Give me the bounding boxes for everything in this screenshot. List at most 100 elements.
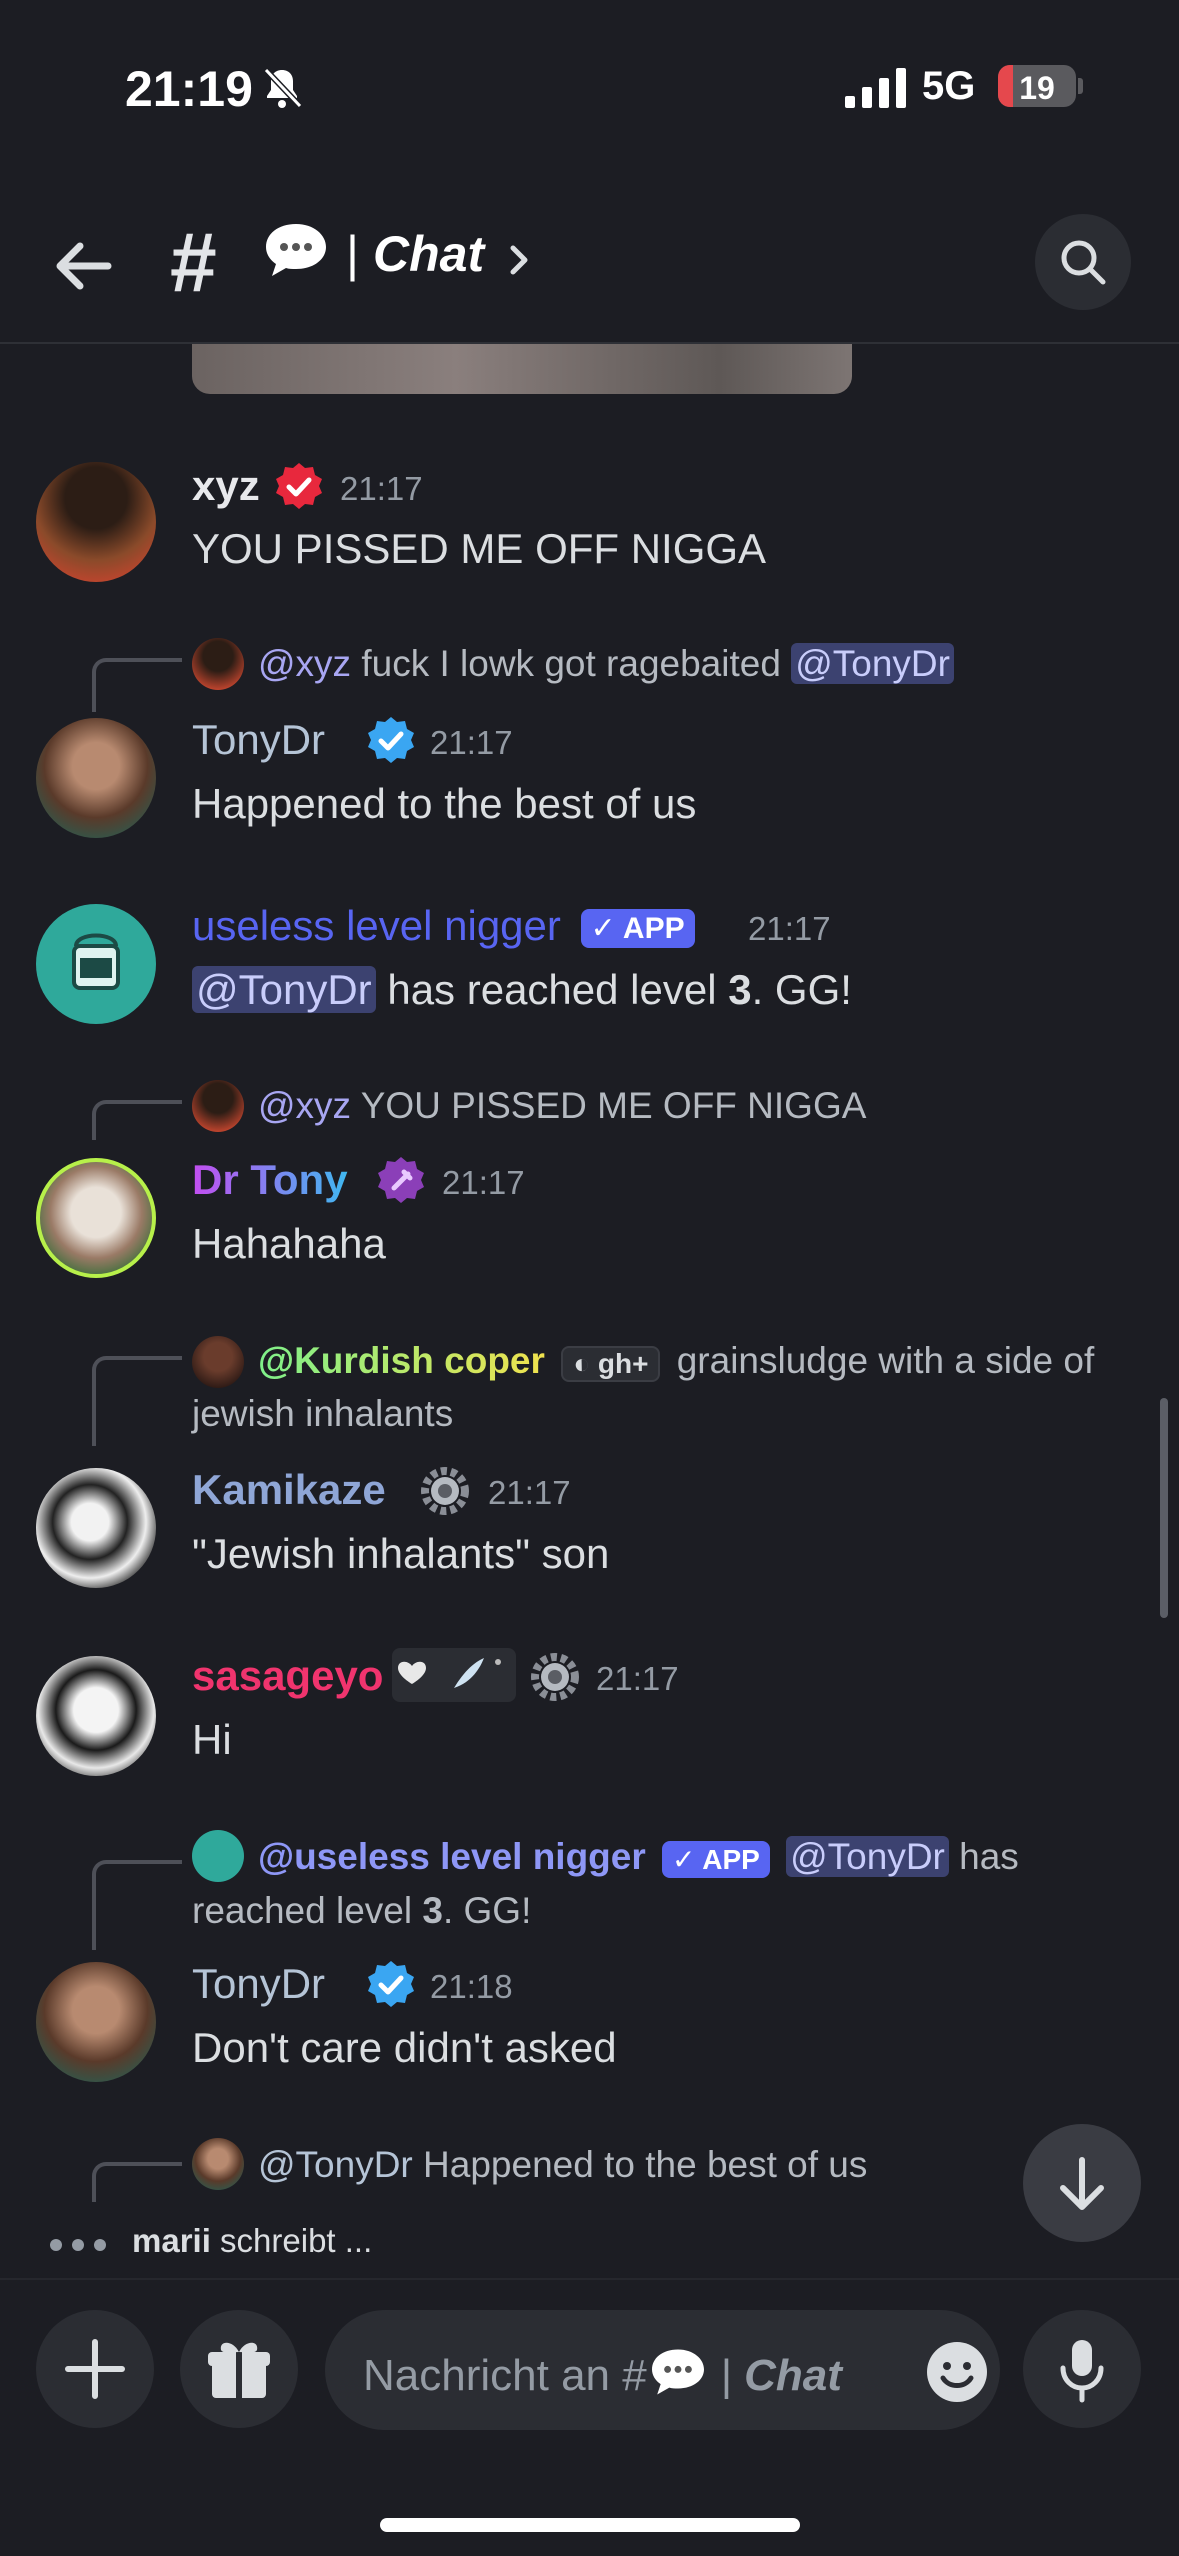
add-attachment-button[interactable] (36, 2310, 154, 2428)
app-badge-label: APP (622, 912, 685, 946)
app-badge-label: APP (702, 1843, 760, 1875)
reply-avatar (192, 1336, 244, 1388)
typing-text: schreibt ... (220, 2222, 373, 2259)
timestamp: 21:17 (488, 1474, 571, 1511)
placeholder-prefix: Nachricht an # (363, 2351, 647, 2400)
guild-tag-label: gh+ (597, 1348, 649, 1379)
reply-author: @Kurdish coper (258, 1340, 545, 1381)
search-icon (1061, 240, 1106, 285)
message-text: "Jewish inhalants" son (192, 1530, 610, 1577)
reply-preview[interactable]: @xyz YOU PISSED ME OFF NIGGA (258, 1085, 866, 1127)
boost-badge-icon (378, 1157, 424, 1203)
timestamp: 21:18 (430, 1968, 513, 2005)
mention: @TonyDr (786, 1836, 949, 1877)
typing-dots-icon (50, 2239, 106, 2251)
avatar[interactable] (36, 1656, 156, 1776)
channel-title[interactable]: | Chat (346, 225, 484, 283)
username[interactable]: useless level nigger ✓ APP (192, 902, 695, 950)
timestamp: 21:17 (442, 1164, 525, 1201)
voice-message-button[interactable] (1023, 2310, 1141, 2428)
channel-header: # | Chat (0, 170, 1179, 344)
message-text: YOU PISSED ME OFF NIGGA (192, 525, 767, 572)
speech-bubble-icon (266, 224, 326, 276)
username[interactable]: sasageyo (192, 1652, 383, 1700)
message-text: Hi (192, 1716, 232, 1763)
gift-button[interactable] (180, 2310, 298, 2428)
reply-snippet-cont: jewish inhalants (192, 1393, 454, 1434)
level-text-end: . GG! (751, 966, 852, 1013)
scrollbar-thumb[interactable] (1160, 1398, 1168, 1618)
reply-author: @TonyDr (258, 2144, 413, 2185)
image-attachment[interactable] (192, 344, 852, 394)
battery-tip (1078, 78, 1083, 94)
mention: @TonyDr (791, 643, 954, 684)
reply-avatar (192, 1080, 244, 1132)
username[interactable]: TonyDr (192, 716, 325, 764)
verified-icon (368, 1961, 414, 2007)
back-arrow-icon[interactable] (48, 230, 120, 302)
app-badge: ✓ APP (662, 1840, 770, 1878)
message-text: @TonyDr has reached level 3. GG! (192, 966, 852, 1014)
avatar[interactable] (36, 718, 156, 838)
reply-author: @xyz (258, 1085, 352, 1126)
username[interactable]: xyz (192, 462, 260, 510)
username[interactable]: TonyDr (192, 1960, 325, 2008)
arrow-down-icon (1060, 2157, 1104, 2210)
typing-user: marii (132, 2222, 211, 2259)
reply-connector (92, 1356, 182, 1446)
status-time: 21:19 (125, 61, 253, 117)
timestamp: 21:17 (748, 910, 831, 947)
gift-icon (208, 2342, 270, 2398)
placeholder-sep: | (720, 2351, 733, 2400)
network-type: 5G (922, 64, 976, 108)
mention[interactable]: @TonyDr (192, 966, 376, 1013)
profile-tag-icons (392, 1648, 516, 1702)
bot-bucket-icon (72, 933, 120, 990)
plus-icon (65, 2339, 125, 2399)
verified-icon (368, 717, 414, 763)
avatar[interactable] (36, 904, 156, 1024)
reply-snippet: Happened to the best of us (423, 2144, 868, 2185)
gear-badge-icon (531, 1653, 579, 1701)
placeholder-channel: Chat (744, 2351, 842, 2400)
chevron-right-icon[interactable] (505, 240, 535, 280)
reply-snippet: grainsludge with a side of (676, 1340, 1095, 1381)
reply-snippet: fuck I lowk got ragebaited (361, 643, 781, 684)
username[interactable]: Kamikaze (192, 1466, 386, 1514)
message-input-placeholder: Nachricht an # | Chat (363, 2346, 842, 2401)
avatar[interactable] (36, 462, 156, 582)
message-input[interactable]: Nachricht an # | Chat (325, 2310, 1000, 2430)
battery-percent: 19 (1019, 70, 1055, 106)
search-button[interactable] (1035, 214, 1131, 310)
reply-author: @xyz (258, 643, 352, 684)
reply-author: @useless level nigger (258, 1836, 646, 1877)
reply-connector (92, 1860, 182, 1950)
level-text: has reached level (375, 966, 729, 1013)
reply-snippet: has (959, 1836, 1019, 1877)
username[interactable]: Dr Tony (192, 1156, 348, 1204)
microphone-icon (1060, 2340, 1104, 2403)
avatar[interactable] (36, 1962, 156, 2082)
avatar[interactable] (36, 1158, 156, 1278)
reply-connector (92, 658, 182, 712)
bot-name: useless level nigger (192, 902, 561, 949)
reply-snippet-cont: reached level 3. GG! (192, 1890, 531, 1932)
reply-preview[interactable]: @xyz fuck I lowk got ragebaited @TonyDr (258, 643, 954, 685)
avatar[interactable] (36, 1468, 156, 1588)
reply-preview[interactable]: @TonyDr Happened to the best of us (258, 2144, 867, 2186)
signal-icon (845, 68, 906, 108)
emoji-icon[interactable] (925, 2340, 989, 2404)
message-text: Don't care didn't asked (192, 2024, 617, 2071)
jump-to-bottom-button[interactable] (1023, 2124, 1141, 2242)
message-text: Hahahaha (192, 1220, 386, 1267)
reply-level-end: . GG! (442, 1890, 532, 1931)
typing-indicator: marii schreibt ... (132, 2222, 372, 2260)
reply-preview[interactable]: @Kurdish coper ◐ gh+ grainsludge with a … (258, 1340, 1094, 1382)
message-text: Happened to the best of us (192, 780, 697, 827)
reply-snippet: YOU PISSED ME OFF NIGGA (360, 1085, 867, 1126)
timestamp: 21:17 (596, 1660, 679, 1697)
reply-avatar (192, 2138, 244, 2190)
battery-indicator: 19 (998, 65, 1076, 107)
timestamp: 21:17 (430, 724, 513, 761)
reply-preview[interactable]: @useless level nigger ✓ APP @TonyDr has (258, 1836, 1019, 1878)
